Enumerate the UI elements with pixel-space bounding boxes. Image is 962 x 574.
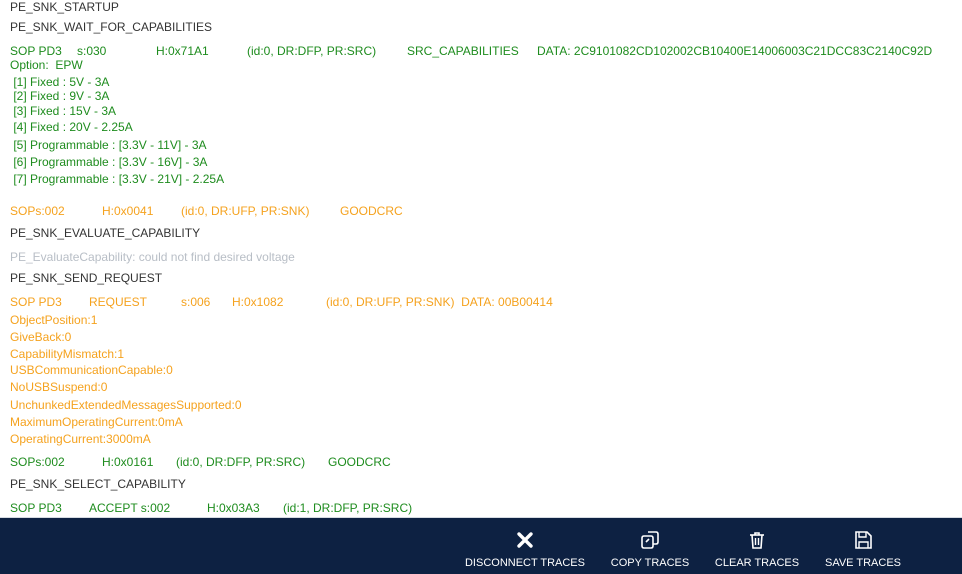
capability-line: Option: EPW	[10, 58, 83, 72]
msg-id: (id:0, DR:UFP, PR:SNK)	[181, 204, 310, 218]
capability-line: [4] Fixed : 20V - 2.25A	[10, 120, 133, 134]
request-field-line: GiveBack:0	[10, 330, 72, 344]
log-state-line: PE_SNK_STARTUP	[10, 0, 119, 14]
log-info-line: PE_EvaluateCapability: could not find de…	[10, 250, 295, 264]
msg-header: H:0x71A1	[156, 44, 209, 58]
msg-data: DATA: 2C9101082CD102002CB10400E14006003C…	[537, 44, 933, 58]
msg-seq: s:030	[77, 44, 107, 58]
copy-traces-label: COPY TRACES	[610, 557, 690, 569]
request-field-line: CapabilityMismatch:1	[10, 347, 125, 361]
msg-type: REQUEST	[89, 295, 148, 309]
close-icon	[517, 532, 533, 548]
msg-type: ACCEPT s:002	[89, 501, 171, 515]
log-message-goodcrc: SOPs:002 H:0x0161 (id:0, DR:DFP, PR:SRC)…	[10, 455, 610, 469]
msg-id: (id:0, DR:UFP, PR:SNK) DATA: 00B00414	[326, 295, 553, 309]
msg-type: GOODCRC	[328, 455, 391, 469]
request-field-line: NoUSBSuspend:0	[10, 380, 108, 394]
request-field-line: ObjectPosition:1	[10, 313, 98, 327]
trace-log-panel[interactable]: PE_SNK_STARTUP PE_SNK_WAIT_FOR_CAPABILIT…	[0, 0, 962, 517]
clear-traces-button[interactable]: CLEAR TRACES	[712, 518, 802, 574]
floppy-disk-icon	[855, 531, 872, 549]
msg-sop: SOPs:002	[10, 455, 65, 469]
log-message-request: SOP PD3 REQUEST s:006 H:0x1082 (id:0, DR…	[10, 295, 710, 309]
disconnect-traces-button[interactable]: DISCONNECT TRACES	[463, 518, 587, 574]
log-state-line: PE_SNK_WAIT_FOR_CAPABILITIES	[10, 20, 213, 34]
log-message-goodcrc: SOPs:002 H:0x0041 (id:0, DR:UFP, PR:SNK)…	[10, 204, 610, 218]
msg-sop: SOP PD3	[10, 295, 62, 309]
request-field-line: OperatingCurrent:3000mA	[10, 432, 151, 446]
msg-header: H:0x0041	[102, 204, 154, 218]
msg-header: H:0x0161	[102, 455, 154, 469]
trace-toolbar: DISCONNECT TRACES COPY TRACES CLEAR TRAC…	[0, 518, 962, 574]
capability-line: [6] Programmable : [3.3V - 16V] - 3A	[10, 155, 208, 169]
trash-icon	[750, 532, 764, 549]
log-state-line: PE_SNK_SEND_REQUEST	[10, 271, 163, 285]
msg-id: (id:0, DR:DFP, PR:SRC)	[247, 44, 377, 58]
msg-sop: SOP PD3	[10, 44, 62, 58]
msg-header: H:0x1082	[232, 295, 284, 309]
msg-sop: SOP PD3	[10, 501, 62, 515]
request-field-line: MaximumOperatingCurrent:0mA	[10, 415, 183, 429]
log-message-accept: SOP PD3 ACCEPT s:002 H:0x03A3 (id:1, DR:…	[10, 501, 610, 515]
msg-sop: SOPs:002	[10, 204, 65, 218]
request-field-line: UnchunkedExtendedMessagesSupported:0	[10, 398, 242, 412]
capability-line: [2] Fixed : 9V - 3A	[10, 89, 110, 103]
save-traces-label: SAVE TRACES	[824, 557, 901, 569]
log-state-line: PE_SNK_SELECT_CAPABILITY	[10, 477, 186, 491]
copy-traces-button[interactable]: COPY TRACES	[606, 518, 694, 574]
copy-icon	[641, 531, 659, 549]
capability-line: [5] Programmable : [3.3V - 11V] - 3A	[10, 138, 207, 152]
clear-traces-label: CLEAR TRACES	[714, 557, 800, 569]
request-field-line: USBCommunicationCapable:0	[10, 363, 173, 377]
log-state-line: PE_SNK_EVALUATE_CAPABILITY	[10, 226, 201, 240]
msg-id: (id:1, DR:DFP, PR:SRC)	[283, 501, 413, 515]
disconnect-traces-label: DISCONNECT TRACES	[464, 557, 585, 569]
capability-line: [1] Fixed : 5V - 3A	[10, 75, 110, 89]
msg-id: (id:0, DR:DFP, PR:SRC)	[176, 455, 306, 469]
msg-header: H:0x03A3	[207, 501, 260, 515]
msg-type: GOODCRC	[340, 204, 403, 218]
msg-seq: s:006	[181, 295, 211, 309]
capability-line: [3] Fixed : 15V - 3A	[10, 104, 117, 118]
msg-type: SRC_CAPABILITIES	[407, 44, 519, 58]
capability-line: [7] Programmable : [3.3V - 21V] - 2.25A	[10, 172, 225, 186]
save-traces-button[interactable]: SAVE TRACES	[818, 518, 908, 574]
log-message-src-capabilities: SOP PD3 s:030 H:0x71A1 (id:0, DR:DFP, PR…	[10, 44, 962, 58]
